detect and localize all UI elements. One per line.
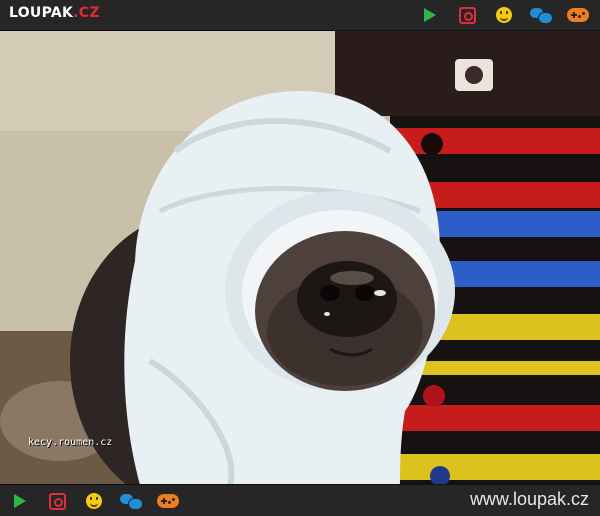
- chat-icon[interactable]: [120, 492, 143, 510]
- smiley-icon[interactable]: [83, 492, 105, 510]
- site-logo[interactable]: LOUPAK.CZ: [9, 5, 100, 21]
- logo-text-domain: .CZ: [73, 5, 100, 21]
- site-url-link[interactable]: www.loupak.cz: [470, 489, 589, 510]
- main-photo: kecy.roumen.cz: [0, 31, 600, 485]
- dog-in-sock-image: [0, 31, 600, 485]
- instagram-icon[interactable]: [456, 6, 478, 24]
- instagram-icon[interactable]: [46, 492, 68, 510]
- logo-text-main: LOUPAK: [9, 5, 74, 21]
- chat-icon[interactable]: [530, 6, 553, 24]
- top-bar: LOUPAK.CZ: [0, 0, 600, 31]
- top-icon-group: [419, 6, 589, 24]
- smiley-icon[interactable]: [493, 6, 515, 24]
- play-icon[interactable]: [419, 6, 441, 24]
- play-icon[interactable]: [9, 492, 31, 510]
- bottom-icon-group: [9, 492, 179, 510]
- gamepad-icon[interactable]: [567, 6, 589, 24]
- photo-watermark: kecy.roumen.cz: [28, 437, 113, 448]
- bottom-bar: www.loupak.cz: [0, 484, 600, 516]
- gamepad-icon[interactable]: [157, 492, 179, 510]
